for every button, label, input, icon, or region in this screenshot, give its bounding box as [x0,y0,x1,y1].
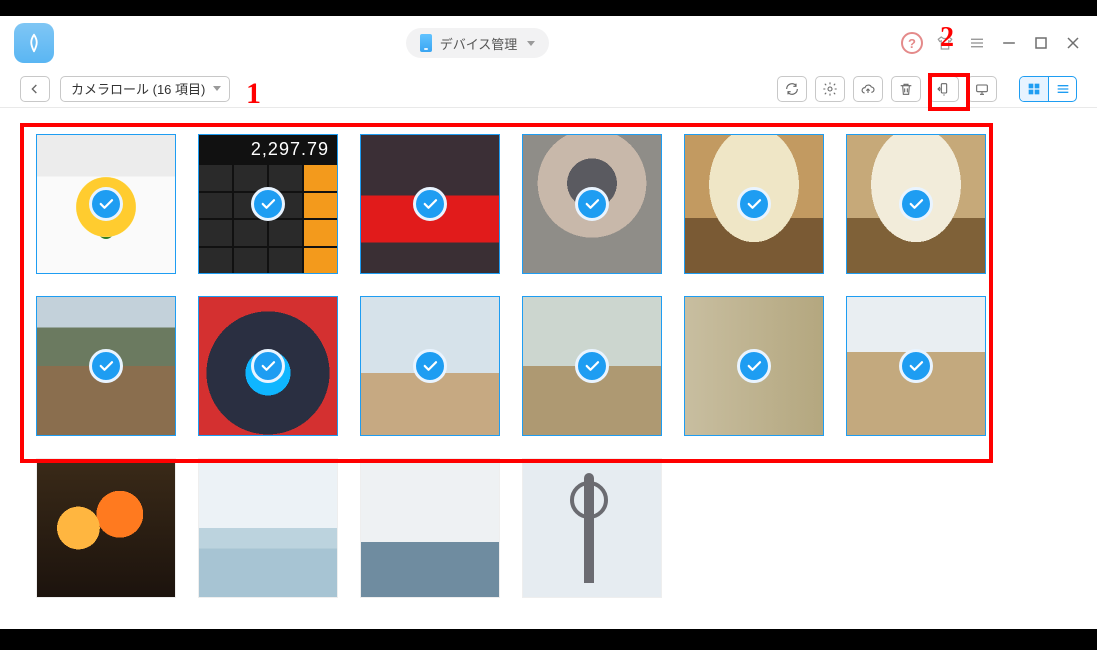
settings-button[interactable] [815,76,845,102]
photo-image [199,459,337,597]
selected-check-icon [413,187,447,221]
photo-thumbnail[interactable] [360,458,500,598]
cloud-upload-icon [860,81,876,97]
photo-thumbnail[interactable] [684,296,824,436]
photo-thumbnail[interactable] [198,458,338,598]
selected-check-icon [89,349,123,383]
selected-check-icon [737,349,771,383]
photo-grid: 2,297.79 [36,134,1097,598]
album-label: カメラロール (16 項目) [71,79,205,98]
titlebar: デバイス管理 ? [0,16,1097,70]
photo-thumbnail[interactable] [522,296,662,436]
photo-thumbnail[interactable] [360,134,500,274]
photo-thumbnail[interactable]: 2,297.79 [198,134,338,274]
tutorial-step-1: 1 [246,77,261,111]
to-cloud-button[interactable] [853,76,883,102]
close-button[interactable] [1063,33,1083,53]
photo-thumbnail[interactable] [36,458,176,598]
gear-icon [822,81,838,97]
app-logo [14,23,54,63]
selected-check-icon [251,187,285,221]
photo-thumbnail[interactable] [684,134,824,274]
selected-check-icon [899,187,933,221]
close-icon [1063,33,1083,53]
photo-thumbnail[interactable] [36,134,176,274]
chevron-left-icon [27,81,43,97]
maximize-icon [1031,33,1051,53]
view-toggle [1019,76,1077,102]
minimize-button[interactable] [999,33,1019,53]
device-dropdown[interactable]: デバイス管理 [406,28,550,58]
chevron-down-icon [527,41,535,46]
to-device-icon [936,81,952,97]
photo-thumbnail[interactable] [522,458,662,598]
to-pc-button[interactable] [967,76,997,102]
selected-check-icon [575,349,609,383]
photo-thumbnail[interactable] [846,134,986,274]
tutorial-step-2: 2 [940,22,954,54]
photo-thumbnail[interactable] [360,296,500,436]
maximize-button[interactable] [1031,33,1051,53]
album-dropdown[interactable]: カメラロール (16 項目) [60,76,230,102]
back-button[interactable] [20,76,50,102]
selected-check-icon [737,187,771,221]
grid-view-button[interactable] [1020,77,1048,101]
refresh-icon [784,81,800,97]
to-device-button[interactable] [929,76,959,102]
selected-check-icon [251,349,285,383]
photo-image [361,459,499,597]
help-button[interactable]: ? [901,32,923,54]
device-label: デバイス管理 [440,34,518,53]
delete-button[interactable] [891,76,921,102]
photo-thumbnail[interactable] [36,296,176,436]
phone-icon [420,34,432,52]
selected-check-icon [89,187,123,221]
photo-thumbnail[interactable] [522,134,662,274]
photo-image [37,459,175,597]
to-pc-icon [974,81,990,97]
list-view-button[interactable] [1048,77,1076,101]
refresh-button[interactable] [777,76,807,102]
selected-check-icon [413,349,447,383]
selected-check-icon [899,349,933,383]
chevron-down-icon [213,86,221,91]
photo-thumbnail[interactable] [846,296,986,436]
grid-icon [1026,81,1042,97]
calculator-display: 2,297.79 [199,135,337,165]
photo-image [523,459,661,597]
photo-thumbnail[interactable] [198,296,338,436]
menu-button[interactable] [967,33,987,53]
content-area: 2,297.79 [0,108,1097,629]
minimize-icon [999,33,1019,53]
selected-check-icon [575,187,609,221]
list-icon [1055,81,1071,97]
menu-icon [968,34,986,52]
toolbar: カメラロール (16 項目) [0,70,1097,108]
trash-icon [898,81,914,97]
